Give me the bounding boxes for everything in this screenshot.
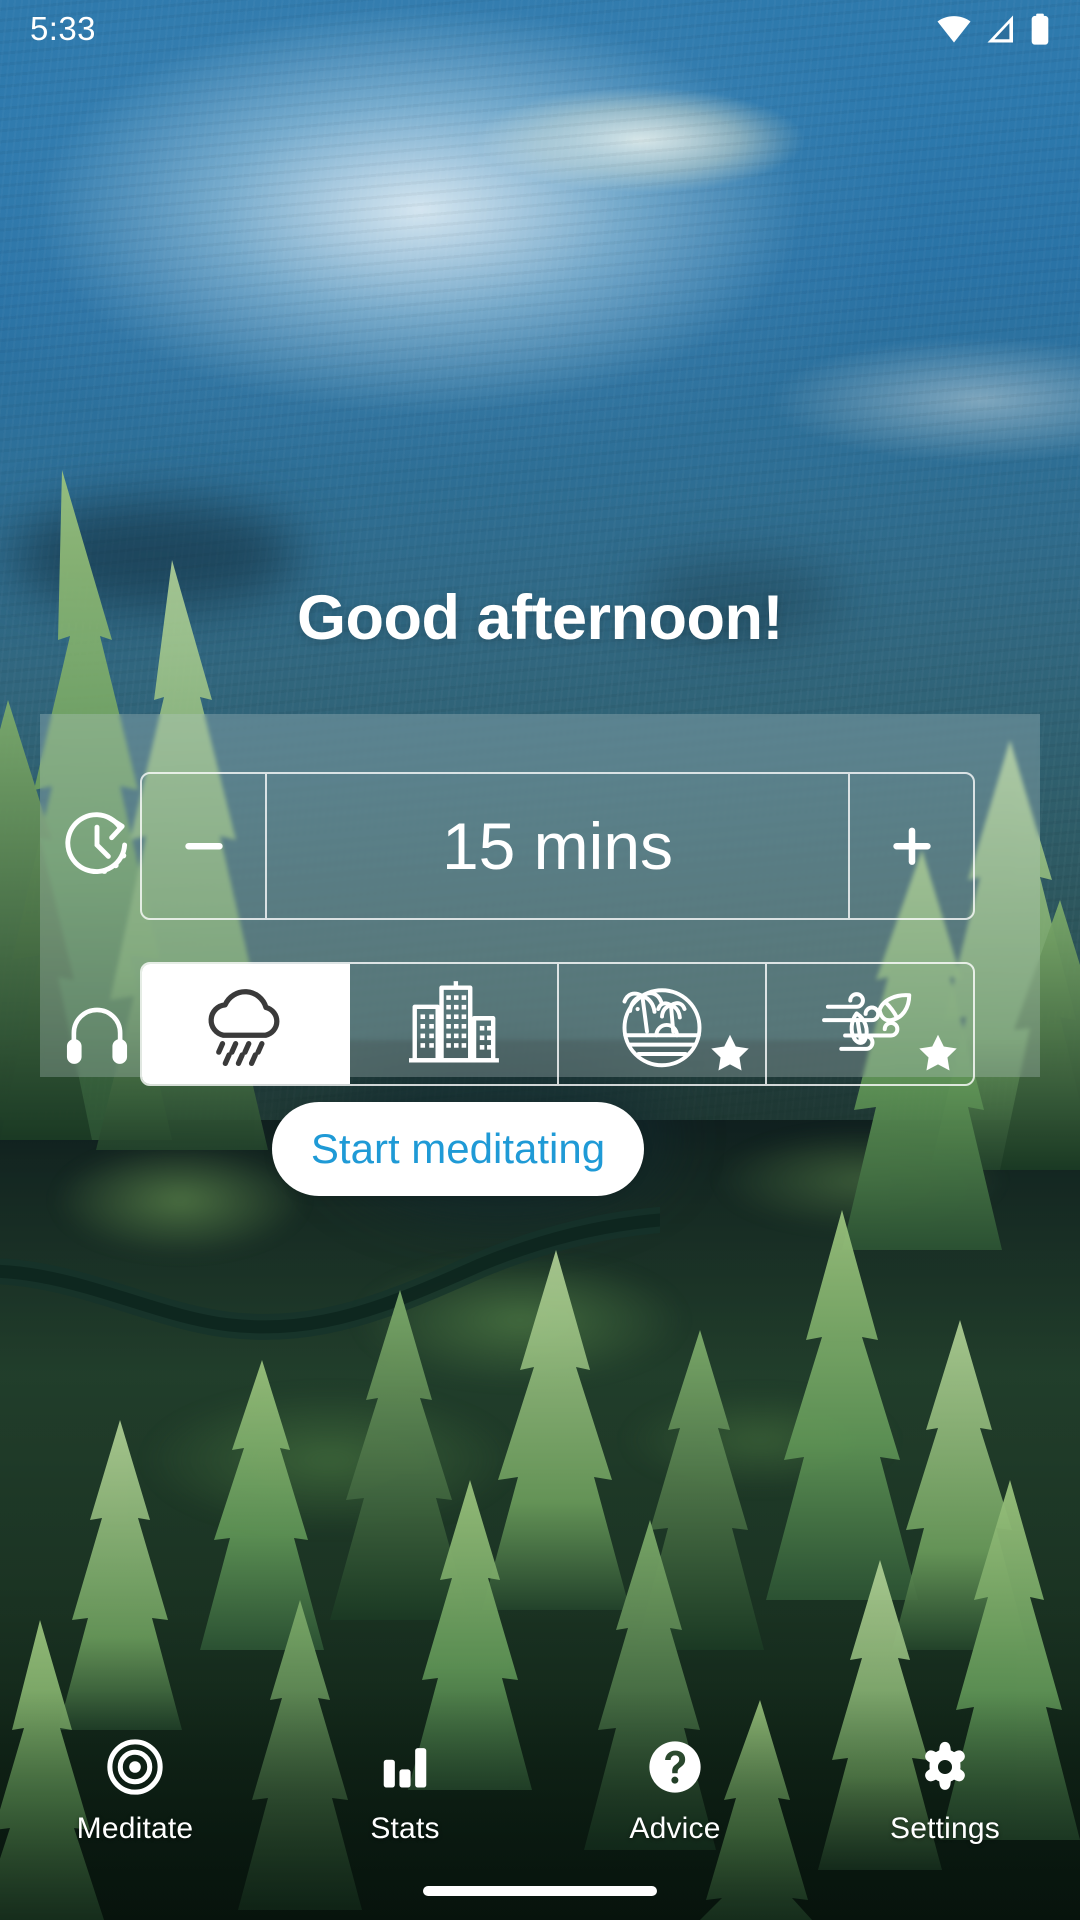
headphones-icon xyxy=(66,1007,128,1064)
target-circles-icon xyxy=(107,1739,163,1795)
bar-chart-icon xyxy=(383,1748,427,1788)
sound-selector xyxy=(140,962,975,1086)
star-icon xyxy=(711,1034,749,1071)
cellular-signal-icon xyxy=(987,15,1013,43)
city-buildings-icon xyxy=(409,981,500,1063)
sound-option-city[interactable] xyxy=(350,964,559,1084)
status-icons xyxy=(936,13,1050,45)
status-bar: 5:33 xyxy=(0,0,1080,58)
clock-timer-icon xyxy=(65,812,128,874)
star-icon xyxy=(919,1034,957,1071)
nav-label-meditate: Meditate xyxy=(76,1812,194,1845)
question-mark-circle-icon xyxy=(649,1741,701,1793)
sound-option-wind[interactable] xyxy=(767,964,973,1084)
beach-palm-island-icon xyxy=(622,988,702,1068)
nav-item-settings[interactable]: Settings xyxy=(810,1738,1080,1846)
battery-icon xyxy=(1031,13,1049,45)
nav-label-settings: Settings xyxy=(890,1812,1000,1845)
decrease-duration-button[interactable] xyxy=(142,774,267,918)
sound-option-beach[interactable] xyxy=(559,964,767,1084)
rain-cloud-icon xyxy=(208,989,280,1066)
gear-icon xyxy=(925,1741,965,1790)
nav-item-advice[interactable]: Advice xyxy=(540,1738,810,1846)
nav-item-meditate[interactable]: Meditate xyxy=(0,1738,270,1846)
sound-option-rain[interactable] xyxy=(142,964,351,1084)
home-indicator[interactable] xyxy=(423,1886,657,1896)
app-screen: 5:33 Good afternoon! 15 mins Start medit… xyxy=(0,0,1080,1920)
wifi-icon xyxy=(937,16,971,43)
duration-stepper: 15 mins xyxy=(140,772,975,920)
greeting-title: Good afternoon! xyxy=(297,583,783,653)
meditation-setup-card: 15 mins Start meditating xyxy=(40,714,1040,1196)
wind-leaves-icon xyxy=(821,992,912,1051)
nav-label-advice: Advice xyxy=(629,1812,721,1845)
duration-value[interactable]: 15 mins xyxy=(267,774,848,918)
plus-icon xyxy=(892,827,931,865)
status-time: 5:33 xyxy=(30,10,96,47)
nav-label-stats: Stats xyxy=(370,1812,440,1845)
nav-item-stats[interactable]: Stats xyxy=(270,1738,540,1846)
minus-icon xyxy=(184,842,223,850)
start-meditating-button[interactable]: Start meditating xyxy=(272,1102,644,1196)
increase-duration-button[interactable] xyxy=(848,774,973,918)
